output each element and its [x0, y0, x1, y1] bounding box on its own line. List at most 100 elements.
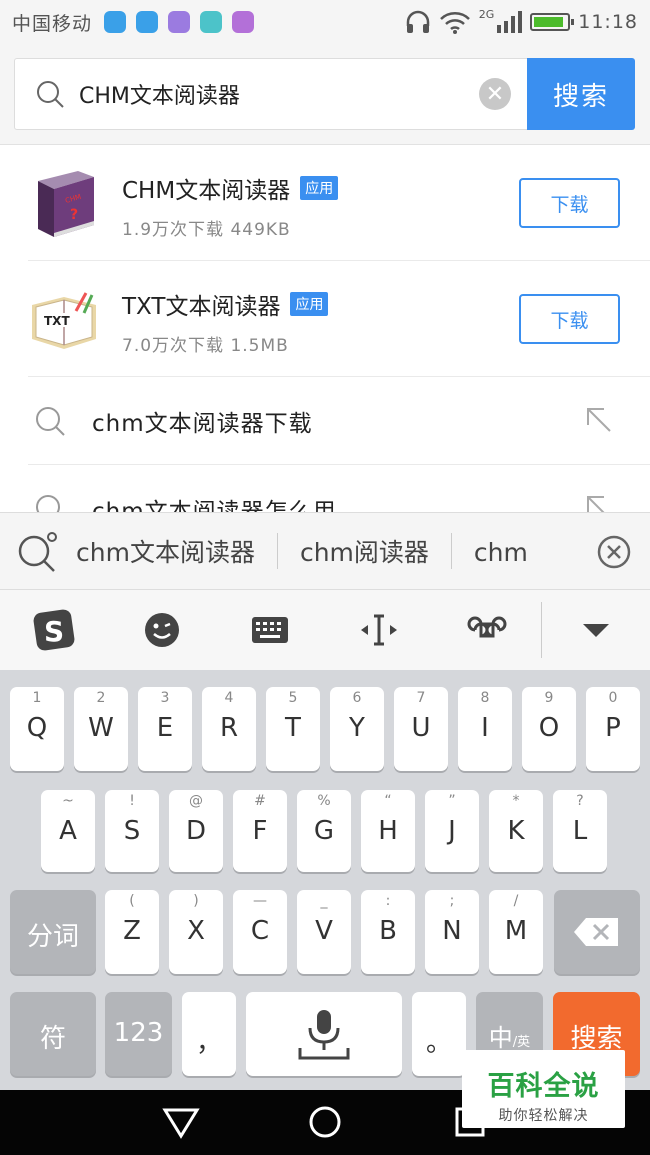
app-name: TXT文本阅读器 [122, 294, 281, 320]
app-meta: 7.0万次下载 1.5MB [122, 336, 289, 356]
key-p[interactable]: 0P [586, 687, 640, 771]
watermark-subtitle: 助你轻松解决 [498, 1108, 589, 1124]
search-icon [37, 81, 64, 108]
key-z[interactable]: (Z [105, 890, 159, 974]
segment-key[interactable]: 分词 [10, 890, 96, 974]
key-s[interactable]: ! S [105, 790, 159, 872]
fill-query-arrow-icon[interactable] [584, 405, 614, 435]
status-bar: 中国移动 2G 11:18 [0, 0, 650, 44]
emoji-button[interactable] [108, 590, 216, 670]
key-q[interactable]: 1Q [10, 687, 64, 771]
key-x[interactable]: ) X [169, 890, 223, 974]
key-b[interactable]: :B [361, 890, 415, 974]
space-key[interactable] [246, 992, 402, 1076]
key-r[interactable]: 4R [202, 687, 256, 771]
key-m[interactable]: / M [489, 890, 543, 974]
key-h[interactable]: “H [361, 790, 415, 872]
clear-search-button[interactable]: ✕ [479, 78, 511, 110]
key-k[interactable]: * K [489, 790, 543, 872]
key-primary-label: F [252, 816, 268, 846]
numbers-key[interactable]: 123 [105, 992, 172, 1076]
search-button[interactable]: 搜索 [527, 58, 635, 130]
notification-app-icon [200, 11, 223, 33]
key-primary-label: T [285, 713, 301, 743]
key-i[interactable]: 8I [458, 687, 512, 771]
close-icon: ✕ [485, 81, 505, 107]
emoji-icon [145, 613, 180, 647]
battery-icon [530, 13, 575, 31]
key-n[interactable]: ; N [425, 890, 479, 974]
app-result-row[interactable]: CHM ? CHM文本阅读器 应用 1.9万次下载 449KB 下载 [28, 145, 650, 261]
key-a[interactable]: ~ A [41, 790, 95, 872]
microphone-icon [298, 1010, 350, 1060]
app-name: CHM文本阅读器 [122, 178, 291, 204]
app-result-row[interactable]: TXT TXT文本阅读器 应用 7.0万次下载 1.5MB 下载 [28, 261, 650, 377]
svg-text:TXT: TXT [44, 314, 70, 328]
key-secondary-label: ( [129, 893, 135, 909]
download-button[interactable]: 下载 [519, 294, 620, 344]
command-menu-button[interactable] [433, 590, 541, 670]
key-secondary-label: ? [576, 793, 584, 809]
key-secondary-label: ; [449, 893, 455, 909]
suggestion-row[interactable]: chm文本阅读器下载 [28, 377, 650, 465]
ime-candidate[interactable]: chm阅读器 [278, 533, 452, 569]
fill-query-arrow-icon[interactable] [584, 493, 614, 512]
key-l[interactable]: ? L [553, 790, 607, 872]
key-secondary-label: @ [189, 793, 203, 809]
key-secondary-label: “ [384, 793, 392, 809]
ime-candidate[interactable]: chm文本阅读器 [76, 533, 278, 569]
hide-keyboard-button[interactable] [542, 590, 650, 670]
period-key[interactable]: 。 [412, 992, 466, 1076]
keyboard-layout-button[interactable] [216, 590, 324, 670]
key-d[interactable]: @ D [169, 790, 223, 872]
cursor-edit-button[interactable] [325, 590, 433, 670]
ime-candidate[interactable]: chm阅 [452, 533, 528, 569]
key-secondary-label: ! [129, 793, 135, 809]
key-primary-label: Y [349, 713, 365, 743]
search-input[interactable] [79, 81, 479, 107]
download-button[interactable]: 下载 [519, 178, 620, 228]
key-primary-label: B [379, 916, 397, 946]
headphones-icon [406, 10, 429, 33]
key-c[interactable]: — C [233, 890, 287, 974]
notification-icons [104, 11, 255, 33]
key-o[interactable]: 9O [522, 687, 576, 771]
ime-search-icon[interactable] [16, 529, 60, 573]
key-primary-label: V [315, 916, 333, 946]
back-icon[interactable] [161, 1102, 201, 1142]
soft-keyboard: 1Q2W3E4R5T6Y7U8I9O0P ~ A! S @ D # F% G “H” J * K? L … [0, 670, 650, 1090]
key-primary-label: P [605, 713, 621, 743]
language-sub-label: /英 [512, 1035, 531, 1050]
backspace-key[interactable] [554, 890, 640, 974]
key-primary-label: L [572, 816, 588, 846]
suggestion-text: chm文本阅读器怎么用 [92, 498, 337, 513]
app-meta: 1.9万次下载 449KB [122, 220, 291, 240]
comma-key[interactable]: ， [182, 992, 236, 1076]
home-icon[interactable] [305, 1102, 345, 1142]
chm-book-icon: CHM ? [38, 171, 94, 237]
app-tag-badge: 应用 [300, 176, 339, 200]
key-primary-label: Q [26, 713, 48, 743]
key-primary-label: N [442, 916, 462, 946]
search-box[interactable]: ✕ [14, 58, 528, 130]
key-primary-label: M [504, 916, 528, 946]
key-u[interactable]: 7U [394, 687, 448, 771]
notification-app-icon [168, 11, 191, 33]
key-v[interactable]: _ V [297, 890, 351, 974]
key-j[interactable]: ” J [425, 790, 479, 872]
key-t[interactable]: 5T [266, 687, 320, 771]
close-candidates-icon[interactable] [596, 534, 632, 570]
key-f[interactable]: # F [233, 790, 287, 872]
symbols-key[interactable]: 符 [10, 992, 96, 1076]
signal-icon [497, 11, 523, 33]
language-main-label: 中 [488, 1024, 513, 1052]
key-w[interactable]: 2W [74, 687, 128, 771]
key-g[interactable]: % G [297, 790, 351, 872]
sogou-logo-button[interactable]: S [0, 590, 108, 670]
key-secondary-label: _ [320, 893, 328, 909]
key-secondary-label: 2 [96, 690, 106, 706]
key-e[interactable]: 3E [138, 687, 192, 771]
key-y[interactable]: 6Y [330, 687, 384, 771]
search-results: CHM ? CHM文本阅读器 应用 1.9万次下载 449KB 下载 TXT T… [0, 144, 650, 512]
suggestion-row[interactable]: chm文本阅读器怎么用 [28, 465, 650, 512]
